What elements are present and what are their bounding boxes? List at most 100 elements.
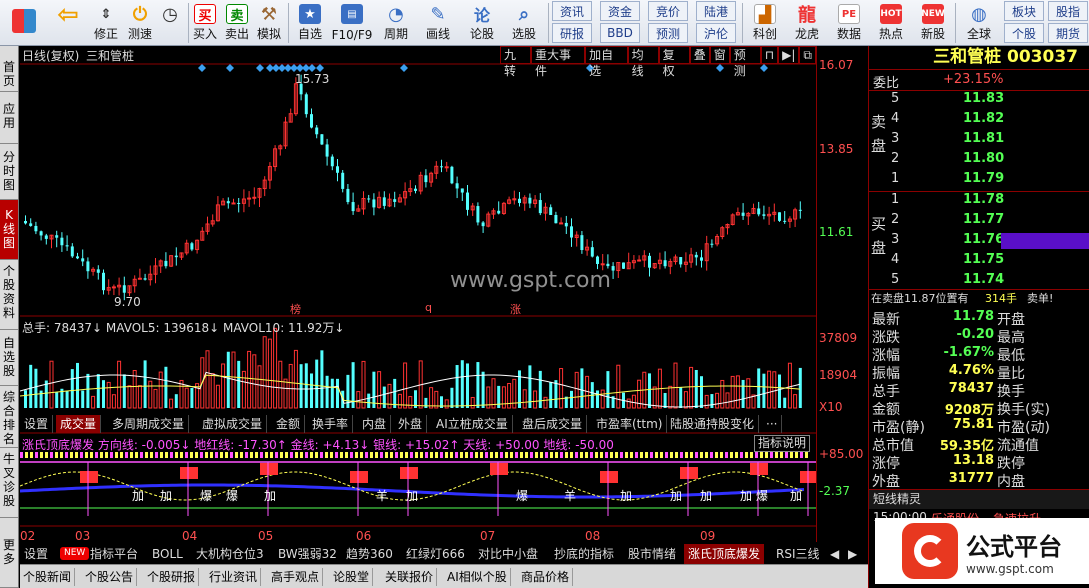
tab-indicator-platform[interactable]: 指标平台 [86,544,142,564]
tab-compare[interactable]: 对比中小盘 [474,544,542,564]
f10-button[interactable]: ▤ F10/F9 [330,1,374,45]
stock-button[interactable]: 个股 [1004,23,1044,43]
nav-home[interactable]: 首页 [0,46,18,92]
tab-ai-similar[interactable]: AI相似个股 [444,568,511,586]
vol-tab-ai[interactable]: AI立桩成交量 [432,415,513,433]
back-button[interactable]: ⇦ [52,0,84,45]
tab-related[interactable]: 关联报价 [382,568,438,586]
buy-row[interactable]: 2 11.77 [869,212,1089,230]
tab-traffic-light[interactable]: 红绿灯666 [402,544,469,564]
index-button[interactable]: 股指 [1048,1,1088,21]
add-watchlist-button[interactable]: 加自选 [585,46,628,78]
vol-tab-outer[interactable]: 外盘 [394,415,428,433]
hk-connect-button[interactable]: 陆港 [696,1,736,21]
tab-zhang-top-bottom[interactable]: 涨氏顶底爆发 [684,544,765,564]
global-button[interactable]: ◍ 全球 [958,1,1000,45]
jiuzhuan-button[interactable]: 九转 [500,46,532,78]
event-marker[interactable]: 涨 [510,301,521,317]
vol-tab-turnover[interactable]: 换手率 [308,415,354,433]
nav-apps[interactable]: 应用 [0,92,18,144]
research-button[interactable]: 研报 [552,23,592,43]
nav-stock-info[interactable]: 个股资料 [0,260,18,330]
buy-row[interactable]: 3 11.76 [869,232,1089,250]
tab-scroll-right-icon[interactable]: ▶ [844,544,861,564]
data-button[interactable]: PE 数据 [830,1,868,45]
indicator-help-button[interactable]: 指标说明 [754,435,811,452]
tab-forum[interactable]: 论股堂 [330,568,374,586]
new-stock-button[interactable]: NEW 新股 [914,1,952,45]
fix-button[interactable]: ⇕ 修正 [90,1,122,45]
vol-tab-settings[interactable]: 设置 [20,415,54,433]
speed-test-button[interactable]: ⏻ 测速 [124,1,156,45]
window-button[interactable]: 窗 [709,46,730,64]
star-market-button[interactable]: ▟ 科创 [746,1,784,45]
buy-button[interactable]: 买 买入 [190,1,220,45]
lock-icon[interactable]: ⊓ [760,46,779,64]
sell-button[interactable]: 卖 卖出 [222,1,252,45]
watchlist-button[interactable]: ★ 自选 [292,1,328,45]
tab-institution[interactable]: 大机构仓位3 [192,544,268,564]
sell-row[interactable]: 1 11.79 [869,171,1089,189]
vol-tab-virtual[interactable]: 虚拟成交量 [198,415,268,433]
tab-announcements[interactable]: 个股公告 [82,568,138,586]
sell-row[interactable]: 4 11.82 [869,111,1089,129]
short-term-elf-header[interactable]: 短线精灵 [869,489,1089,509]
tab-expert[interactable]: 高手观点 [268,568,324,586]
nav-kline[interactable]: K线图 [0,200,18,260]
event-marker[interactable]: 榜 [290,301,301,317]
forecast-chart-button[interactable]: 预测 [729,46,761,78]
sell-row[interactable]: 5 11.83 [869,91,1089,109]
vol-tab-multi-period[interactable]: 多周期成交量 [108,415,190,433]
vol-tab-after-hours[interactable]: 盘后成交量 [518,415,588,433]
kline-chart-area[interactable]: 加加爆爆加羊加爆羊加加加加爆加 日线(复权) 三和管桩 九转 重大事件 加自选 … [20,46,816,543]
major-events-button[interactable]: 重大事件 [531,46,586,78]
buy-row[interactable]: 1 11.78 [869,192,1089,210]
bbd-button[interactable]: BBD [600,23,640,43]
tab-bw[interactable]: BW强弱32 [274,544,341,564]
vol-tab-pe[interactable]: 市盈率(ttm) [592,415,668,433]
vol-tab-more[interactable]: ··· [762,415,783,433]
news-button[interactable]: 资讯 [552,1,592,21]
adjust-button[interactable]: 复权 [658,46,690,78]
tab-industry[interactable]: 行业资讯 [206,568,262,586]
tab-sentiment[interactable]: 股市情绪 [624,544,680,564]
sell-row[interactable]: 2 11.80 [869,151,1089,169]
simulate-button[interactable]: ⚒ 模拟 [254,1,284,45]
restore-icon[interactable]: ⧉ [799,46,816,64]
nav-diagnosis[interactable]: 牛叉诊股 [0,448,18,518]
discussion-button[interactable]: 论 论股 [462,1,502,45]
vol-tab-inner[interactable]: 内盘 [358,415,392,433]
forecast-button[interactable]: 预测 [648,23,688,43]
tab-trend[interactable]: 趋势360 [342,544,397,564]
futures-button[interactable]: 期货 [1048,23,1088,43]
tab-settings[interactable]: 设置 [20,544,52,564]
nav-timeshare[interactable]: 分时图 [0,144,18,200]
overlay-button[interactable]: 叠 [689,46,710,64]
clock-button[interactable]: ◷ [156,1,184,45]
tab-research[interactable]: 个股研报 [144,568,200,586]
shanghai-london-button[interactable]: 沪伦 [696,23,736,43]
buy-row[interactable]: 5 11.74 [869,272,1089,290]
ma-button[interactable]: 均线 [627,46,659,78]
sell-row[interactable]: 3 11.81 [869,131,1089,149]
tab-boll[interactable]: BOLL [148,544,187,564]
auction-button[interactable]: 竞价 [648,1,688,21]
collapse-icon[interactable]: ▶| [778,46,800,64]
event-marker[interactable]: q [425,301,432,314]
nav-more[interactable]: 更多 [0,518,18,588]
stock-picker-button[interactable]: ⌕ 选股 [504,1,544,45]
tab-bottom-pick[interactable]: 抄底的指标 [550,544,618,564]
hotspot-button[interactable]: HOT 热点 [872,1,910,45]
dragon-tiger-button[interactable]: 龍 龙虎 [788,1,826,45]
vol-tab-amount[interactable]: 金额 [272,415,306,433]
tab-rsi[interactable]: RSI三线 [772,544,824,564]
period-button[interactable]: ◔ 周期 [376,1,416,45]
vol-tab-hk-holding[interactable]: 陆股通持股变化 [666,415,760,433]
tab-stock-news[interactable]: 个股新闻 [20,568,76,586]
vol-tab-volume[interactable]: 成交量 [56,415,102,433]
tab-scroll-left-icon[interactable]: ◀ [826,544,843,564]
tab-commodity[interactable]: 商品价格 [518,568,574,586]
kline-chart-svg[interactable]: 加加爆爆加羊加爆羊加加加加爆加 [20,46,816,542]
draw-line-button[interactable]: ✎ 画线 [418,1,458,45]
sector-button[interactable]: 板块 [1004,1,1044,21]
